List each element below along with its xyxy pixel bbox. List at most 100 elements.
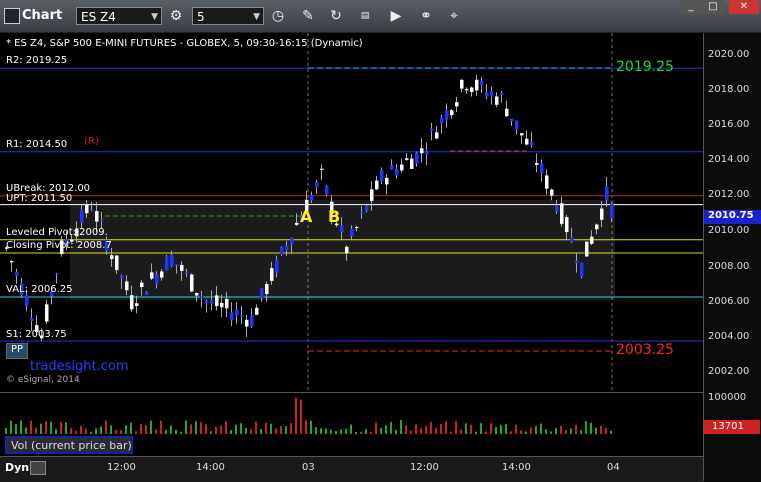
volume-bar — [225, 421, 227, 435]
pp-button[interactable]: PP — [6, 343, 28, 359]
level-label-r2: R2: 2019.25 — [6, 55, 68, 66]
candle — [580, 262, 584, 277]
price-chart[interactable]: * ES Z4, S&P 500 E-MINI FUTURES - GLOBEX… — [0, 33, 703, 390]
candle — [200, 296, 204, 298]
redraw-icon[interactable]: ↻ — [326, 6, 346, 26]
price-tick: 2006.00 — [708, 296, 750, 307]
volume-bar — [195, 421, 197, 435]
candle — [560, 203, 564, 224]
candle — [545, 175, 549, 189]
candle — [380, 169, 384, 182]
level-label-r1: R1: 2014.50 — [6, 139, 68, 150]
link-icon[interactable]: ⚭ — [416, 6, 436, 26]
volume-bar — [105, 420, 107, 435]
volume-bar — [300, 399, 302, 435]
candle — [540, 163, 544, 173]
candle — [190, 274, 194, 292]
title-bar: Chart ES Z4 ▼ ⚙ 5 ▼ ◷ ✎ ↻ ▤ ▶ ⚭ ⌖ _ □ ✕ — [0, 0, 761, 33]
candle — [90, 209, 94, 211]
price-tick: 2008.00 — [708, 261, 750, 272]
candle — [570, 236, 574, 242]
candle — [535, 163, 539, 165]
level-label-closing-pivot: Closing Pivot: 2008.7 — [6, 240, 112, 251]
time-tick: 03 — [302, 462, 315, 473]
candle — [150, 272, 154, 279]
settings-icon[interactable]: ⚙ — [166, 6, 186, 26]
candle — [120, 275, 124, 279]
candle — [605, 186, 609, 200]
candle — [25, 295, 29, 307]
level-label-val: VAL: 2006.25 — [6, 284, 73, 295]
candle — [165, 256, 169, 271]
price-chart-svg — [0, 33, 703, 390]
candle — [115, 255, 119, 271]
volume-bar — [255, 421, 257, 435]
candle — [415, 152, 419, 164]
candle — [450, 110, 454, 116]
time-axis[interactable] — [0, 456, 703, 482]
candle — [125, 281, 129, 291]
volume-chart[interactable] — [0, 392, 703, 435]
candle — [470, 87, 474, 93]
candle — [205, 300, 209, 304]
candle — [610, 204, 614, 219]
candle — [325, 185, 329, 195]
symbol-select[interactable]: ES Z4 ▼ — [76, 7, 162, 25]
maximize-icon[interactable]: □ — [702, 0, 724, 14]
candle — [80, 209, 84, 223]
candle — [485, 92, 489, 97]
candle — [585, 241, 589, 257]
candle — [505, 108, 509, 117]
volume-current-value: 13701 — [712, 421, 744, 432]
candle — [500, 93, 504, 95]
watermark: tradesight.com — [30, 359, 129, 374]
r-marker: (R) — [84, 136, 99, 147]
candle — [275, 259, 279, 273]
candle — [85, 204, 89, 214]
current-price-tag: 2010.75 — [708, 210, 754, 221]
volume-bar — [295, 397, 297, 435]
candle — [465, 88, 469, 91]
volume-bar — [310, 420, 312, 435]
time-tick: 12:00 — [410, 462, 439, 473]
candle — [195, 292, 199, 296]
candle — [445, 110, 449, 121]
candle — [425, 151, 429, 155]
candle — [100, 219, 104, 222]
volume-bar — [20, 420, 22, 435]
candle — [290, 238, 294, 245]
candle — [185, 271, 189, 274]
candle — [350, 228, 354, 237]
close-icon[interactable]: ✕ — [729, 0, 759, 14]
interval-select[interactable]: 5 ▼ — [192, 7, 264, 25]
candle — [405, 158, 409, 160]
candle — [310, 195, 314, 201]
candle — [110, 255, 114, 260]
candle — [145, 291, 149, 295]
price-tick: 2014.00 — [708, 154, 750, 165]
price-axis[interactable] — [703, 33, 761, 481]
candle — [175, 264, 179, 266]
candle — [265, 283, 269, 294]
candle — [220, 302, 224, 308]
price-tick: 2004.00 — [708, 331, 750, 342]
crosshair-icon[interactable]: ⌖ — [444, 6, 464, 26]
pencil-icon[interactable]: ✎ — [298, 6, 318, 26]
volume-bar — [455, 421, 457, 435]
play-icon[interactable]: ▶ — [386, 6, 406, 26]
time-tick: 12:00 — [107, 462, 136, 473]
candle — [315, 182, 319, 188]
study-icon[interactable]: ▤ — [355, 6, 375, 26]
minimize-icon[interactable]: _ — [680, 0, 702, 14]
candle — [160, 271, 164, 278]
symbol-value: ES Z4 — [81, 10, 116, 24]
clock-icon[interactable]: ◷ — [268, 6, 288, 26]
zoom-icon[interactable] — [30, 461, 46, 475]
candle — [600, 208, 604, 220]
candle — [475, 79, 479, 91]
candle — [420, 148, 424, 154]
volume-study-label[interactable]: Vol (current price bar) — [5, 436, 133, 454]
window-title: Chart — [22, 8, 63, 23]
candle — [295, 222, 299, 225]
candle — [210, 299, 214, 304]
